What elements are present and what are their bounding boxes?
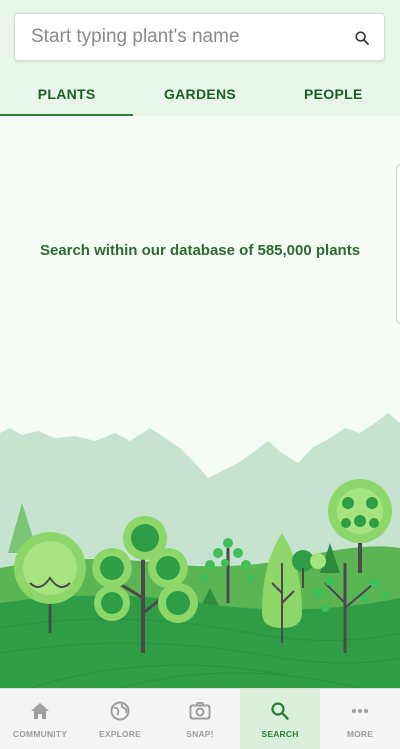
search-bar bbox=[14, 13, 385, 61]
nav-label: COMMUNITY bbox=[12, 729, 68, 739]
nav-label: SEARCH bbox=[261, 729, 299, 739]
tab-bar: PLANTS GARDENS PEOPLE bbox=[0, 71, 400, 116]
bottom-navigation: COMMUNITY EXPLORE SNAP! SEARCH MORE bbox=[0, 688, 400, 749]
header: PLANTS GARDENS PEOPLE bbox=[0, 0, 400, 116]
nav-label: EXPLORE bbox=[98, 729, 142, 739]
search-icon[interactable] bbox=[350, 26, 374, 50]
empty-state-message: Search within our database of 585,000 pl… bbox=[39, 242, 361, 259]
nav-snap[interactable]: SNAP! bbox=[160, 689, 240, 749]
nav-label: SNAP! bbox=[186, 729, 214, 739]
camera-icon bbox=[188, 699, 212, 723]
nav-label: MORE bbox=[346, 729, 374, 739]
tab-plants[interactable]: PLANTS bbox=[0, 71, 134, 116]
search-icon bbox=[268, 699, 292, 723]
tab-gardens[interactable]: GARDENS bbox=[133, 71, 266, 116]
tab-people[interactable]: PEOPLE bbox=[267, 71, 400, 116]
globe-icon bbox=[108, 699, 132, 723]
forest-illustration bbox=[0, 413, 400, 688]
more-icon bbox=[348, 699, 372, 723]
nav-search[interactable]: SEARCH bbox=[240, 689, 320, 749]
nav-explore[interactable]: EXPLORE bbox=[80, 689, 160, 749]
home-icon bbox=[28, 699, 52, 723]
search-results-area: Search within our database of 585,000 pl… bbox=[0, 116, 400, 688]
nav-community[interactable]: COMMUNITY bbox=[0, 689, 80, 749]
search-input[interactable] bbox=[31, 22, 341, 52]
nav-more[interactable]: MORE bbox=[320, 689, 400, 749]
